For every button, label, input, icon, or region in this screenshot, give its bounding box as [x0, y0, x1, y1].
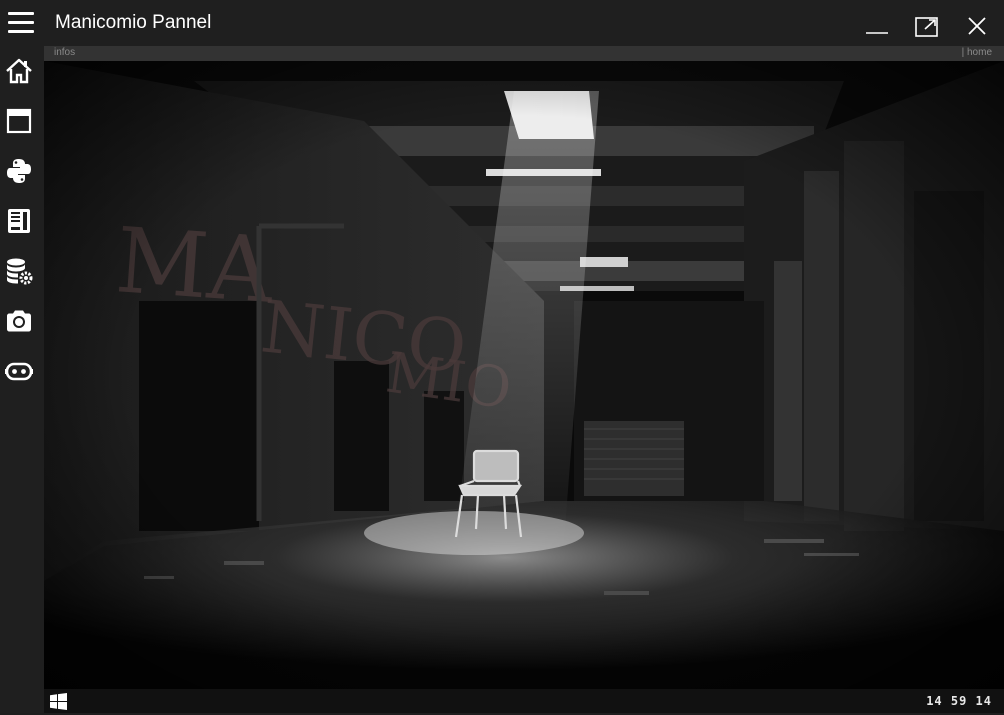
- info-bar: infos | home: [44, 46, 1004, 61]
- title-bar: Manicomio Pannel: [0, 0, 1004, 46]
- close-icon[interactable]: [961, 10, 993, 42]
- sidebar: [0, 46, 44, 713]
- maximize-icon[interactable]: [911, 10, 943, 42]
- robot-icon[interactable]: [4, 356, 34, 386]
- book-icon[interactable]: [4, 206, 34, 236]
- infos-label: infos: [54, 47, 76, 58]
- database-settings-icon[interactable]: [4, 256, 34, 286]
- python-icon[interactable]: [4, 156, 34, 186]
- taskbar: 14 59 14: [44, 689, 1004, 713]
- hamburger-menu-icon[interactable]: [8, 12, 34, 34]
- home-icon[interactable]: [4, 56, 34, 86]
- app-title: Manicomio Pannel: [55, 12, 212, 33]
- clock: 14 59 14: [926, 694, 992, 708]
- minimize-icon[interactable]: [861, 10, 893, 42]
- camera-icon[interactable]: [4, 306, 34, 336]
- background-image: MA NICO MIO: [44, 61, 1004, 689]
- browser-window-icon[interactable]: [4, 106, 34, 136]
- windows-logo-icon[interactable]: [50, 693, 67, 710]
- home-link[interactable]: | home: [962, 47, 992, 58]
